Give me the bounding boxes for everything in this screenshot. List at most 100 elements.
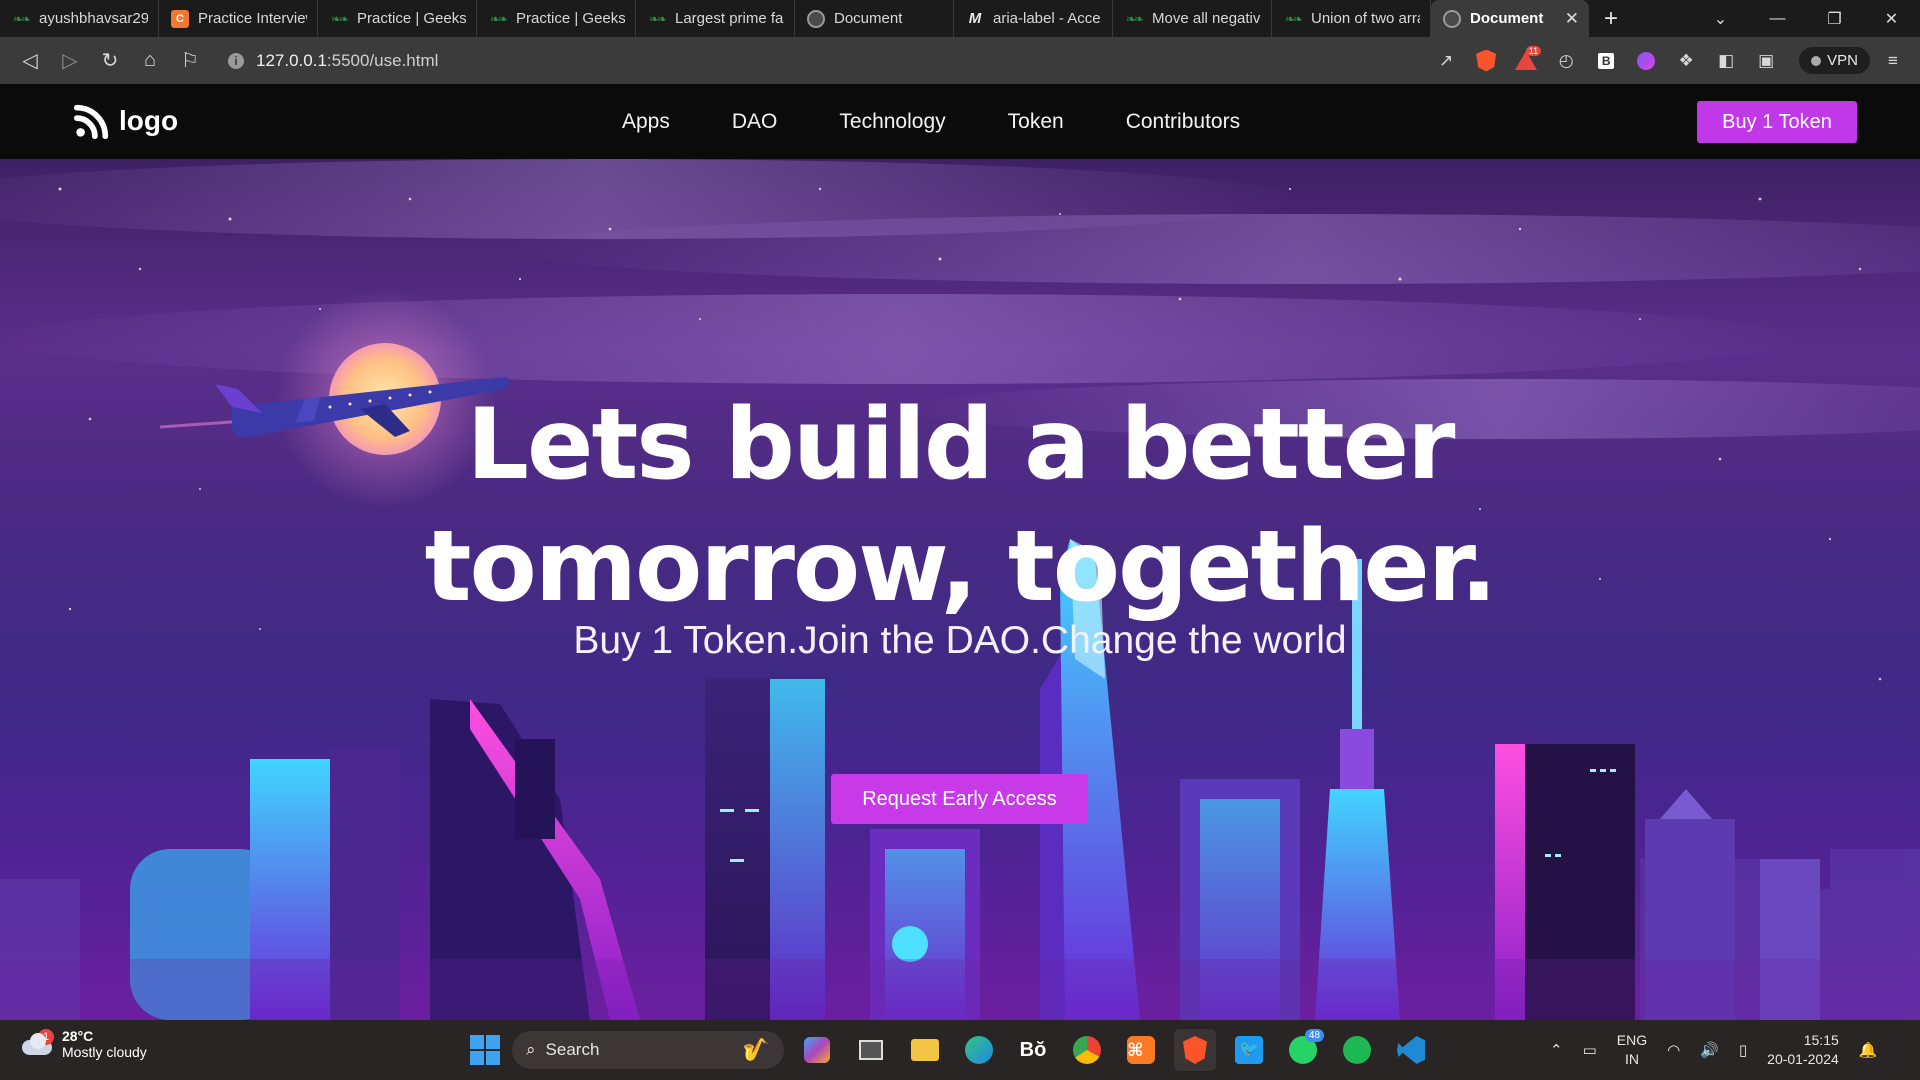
tab[interactable]: ❧❧ Practice | Geeksfo bbox=[318, 0, 477, 37]
brave-browser-icon[interactable] bbox=[1174, 1029, 1216, 1071]
chrome-icon[interactable] bbox=[1066, 1029, 1108, 1071]
start-icon[interactable] bbox=[470, 1035, 500, 1065]
tab[interactable]: ❧❧ Practice | Geeksfo bbox=[477, 0, 636, 37]
search-label: Search bbox=[545, 1040, 600, 1059]
tab[interactable]: ❧❧ Move all negativ bbox=[1113, 0, 1272, 37]
wifi-icon[interactable]: ◠ bbox=[1667, 1041, 1680, 1059]
buy-token-button[interactable]: Buy 1 Token bbox=[1697, 101, 1857, 143]
new-tab-button[interactable]: + bbox=[1589, 0, 1633, 37]
search-highlight-icon: 🎷 bbox=[742, 1037, 770, 1062]
address-input[interactable]: i 127.0.0.1:5500/use.html bbox=[228, 43, 1428, 79]
nav-contributors[interactable]: Contributors bbox=[1126, 110, 1240, 134]
extension-b-icon[interactable]: B bbox=[1589, 44, 1623, 78]
file-explorer-icon[interactable] bbox=[904, 1029, 946, 1071]
windows-taskbar: 1 28°C Mostly cloudy ⌕ Search 🎷 Bŏ ⌘ 🐦 4… bbox=[0, 1020, 1920, 1080]
mdn-icon: M bbox=[968, 10, 982, 27]
nav-dao[interactable]: DAO bbox=[732, 110, 778, 134]
tab-title: Practice | Geeksfo bbox=[357, 10, 466, 27]
sidebar-icon[interactable]: ◧ bbox=[1709, 44, 1743, 78]
codechef-icon: C bbox=[171, 9, 189, 28]
edge-icon[interactable] bbox=[958, 1029, 1000, 1071]
spotify-icon[interactable] bbox=[1336, 1029, 1378, 1071]
site-logo[interactable]: logo bbox=[73, 102, 178, 140]
vpn-button[interactable]: VPN bbox=[1799, 47, 1870, 74]
hero-title: Lets build a better tomorrow, together. bbox=[0, 384, 1920, 628]
restore-icon[interactable]: ❐ bbox=[1806, 0, 1863, 37]
tab-title: Practice Interview bbox=[198, 10, 307, 27]
xampp-icon[interactable]: ⌘ bbox=[1120, 1029, 1162, 1071]
volume-icon[interactable]: 🔊 bbox=[1700, 1041, 1719, 1059]
gfg-icon: ❧❧ bbox=[1125, 11, 1144, 26]
lang-line2: IN bbox=[1624, 1051, 1639, 1067]
tab[interactable]: ❧❧ Largest prime fac bbox=[636, 0, 795, 37]
browser-tabstrip: ❧❧ ayushbhavsar29 C Practice Interview ❧❧ P… bbox=[0, 0, 1920, 37]
brave-shield-icon[interactable] bbox=[1469, 44, 1503, 78]
menu-icon[interactable]: ≡ bbox=[1876, 44, 1910, 78]
close-tab-icon[interactable]: ✕ bbox=[1565, 9, 1579, 29]
taskbar-search[interactable]: ⌕ Search 🎷 bbox=[512, 1031, 784, 1069]
globe-icon bbox=[1443, 9, 1461, 28]
tab-title: Document bbox=[834, 10, 903, 27]
back-icon[interactable]: ◁ bbox=[10, 43, 50, 79]
vpn-status-icon bbox=[1811, 55, 1822, 66]
speedometer-icon[interactable]: ◴ bbox=[1549, 44, 1583, 78]
site-info-icon[interactable]: i bbox=[228, 52, 244, 69]
tab[interactable]: ❧❧ ayushbhavsar29 bbox=[0, 0, 159, 37]
share-icon[interactable]: ↗ bbox=[1429, 44, 1463, 78]
vpn-label: VPN bbox=[1827, 52, 1858, 69]
language-indicator[interactable]: ENG IN bbox=[1617, 1031, 1647, 1069]
tab-title: ayushbhavsar29 bbox=[39, 10, 148, 27]
nav-technology[interactable]: Technology bbox=[839, 110, 945, 134]
tab[interactable]: ❧❧ Union of two arra bbox=[1272, 0, 1431, 37]
tab-title: Practice | Geeksfo bbox=[516, 10, 625, 27]
behance-icon[interactable]: Bŏ bbox=[1012, 1029, 1054, 1071]
gfg-icon: ❧❧ bbox=[648, 11, 667, 26]
clock[interactable]: 15:15 20-01-2024 bbox=[1767, 1031, 1839, 1069]
battery-icon[interactable]: ▯ bbox=[1739, 1041, 1747, 1059]
twitter-icon[interactable]: 🐦 bbox=[1228, 1029, 1270, 1071]
brave-rewards-icon[interactable]: 11 bbox=[1509, 44, 1543, 78]
gfg-icon: ❧❧ bbox=[1284, 11, 1303, 26]
copilot-icon[interactable] bbox=[796, 1029, 838, 1071]
hero-subtitle: Buy 1 Token.Join the DAO.Change the worl… bbox=[573, 619, 1347, 662]
forward-icon[interactable]: ▷ bbox=[50, 43, 90, 79]
wallet-icon[interactable]: ▣ bbox=[1749, 44, 1783, 78]
whatsapp-icon[interactable]: 48 bbox=[1282, 1029, 1324, 1071]
bookmark-icon[interactable]: ⚐ bbox=[170, 43, 210, 79]
tab-search-icon[interactable]: ⌄ bbox=[1692, 0, 1749, 37]
request-early-access-button[interactable]: Request Early Access bbox=[831, 774, 1088, 824]
search-icon: ⌕ bbox=[526, 1040, 536, 1059]
tab[interactable]: Maria-label - Acce bbox=[954, 0, 1113, 37]
task-view-icon[interactable] bbox=[850, 1029, 892, 1071]
webpage: logo Apps DAO Technology Token Contribut… bbox=[0, 84, 1920, 1020]
cloud-icon: 1 bbox=[20, 1029, 54, 1057]
minimize-icon[interactable]: — bbox=[1749, 0, 1806, 37]
notification-bell-icon[interactable]: 🔔 bbox=[1859, 1041, 1878, 1059]
weather-desc: Mostly cloudy bbox=[62, 1044, 147, 1060]
weather-badge: 1 bbox=[38, 1029, 54, 1045]
home-icon[interactable]: ⌂ bbox=[130, 43, 170, 79]
tab-title: aria-label - Acce bbox=[993, 10, 1101, 27]
clock-date: 20-01-2024 bbox=[1767, 1051, 1839, 1067]
extension-color-icon[interactable] bbox=[1629, 44, 1663, 78]
window-controls: ⌄ — ❐ ✕ bbox=[1692, 0, 1920, 37]
reload-icon[interactable]: ↻ bbox=[90, 43, 130, 79]
rss-logo-icon bbox=[73, 104, 109, 140]
whatsapp-badge: 48 bbox=[1304, 1029, 1324, 1042]
vscode-icon[interactable] bbox=[1390, 1029, 1432, 1071]
logo-text: logo bbox=[119, 105, 179, 136]
close-window-icon[interactable]: ✕ bbox=[1863, 0, 1920, 37]
url-path: :5500/use.html bbox=[326, 50, 439, 70]
puzzle-icon[interactable]: ❖ bbox=[1669, 44, 1703, 78]
tab[interactable]: C Practice Interview bbox=[159, 0, 318, 37]
tab-active[interactable]: Document ✕ bbox=[1431, 0, 1589, 37]
hero-section: Lets build a better tomorrow, together. … bbox=[0, 159, 1920, 1020]
tab[interactable]: Document bbox=[795, 0, 954, 37]
chevron-up-icon[interactable]: ⌃ bbox=[1550, 1041, 1563, 1059]
tablet-icon[interactable]: ▭ bbox=[1583, 1041, 1597, 1059]
hero-title-line1: Lets build a better bbox=[466, 388, 1456, 502]
nav-token[interactable]: Token bbox=[1008, 110, 1064, 134]
nav-apps[interactable]: Apps bbox=[622, 110, 670, 134]
url-host: 127.0.0.1 bbox=[256, 50, 327, 70]
weather-widget[interactable]: 1 28°C Mostly cloudy bbox=[20, 1028, 147, 1060]
